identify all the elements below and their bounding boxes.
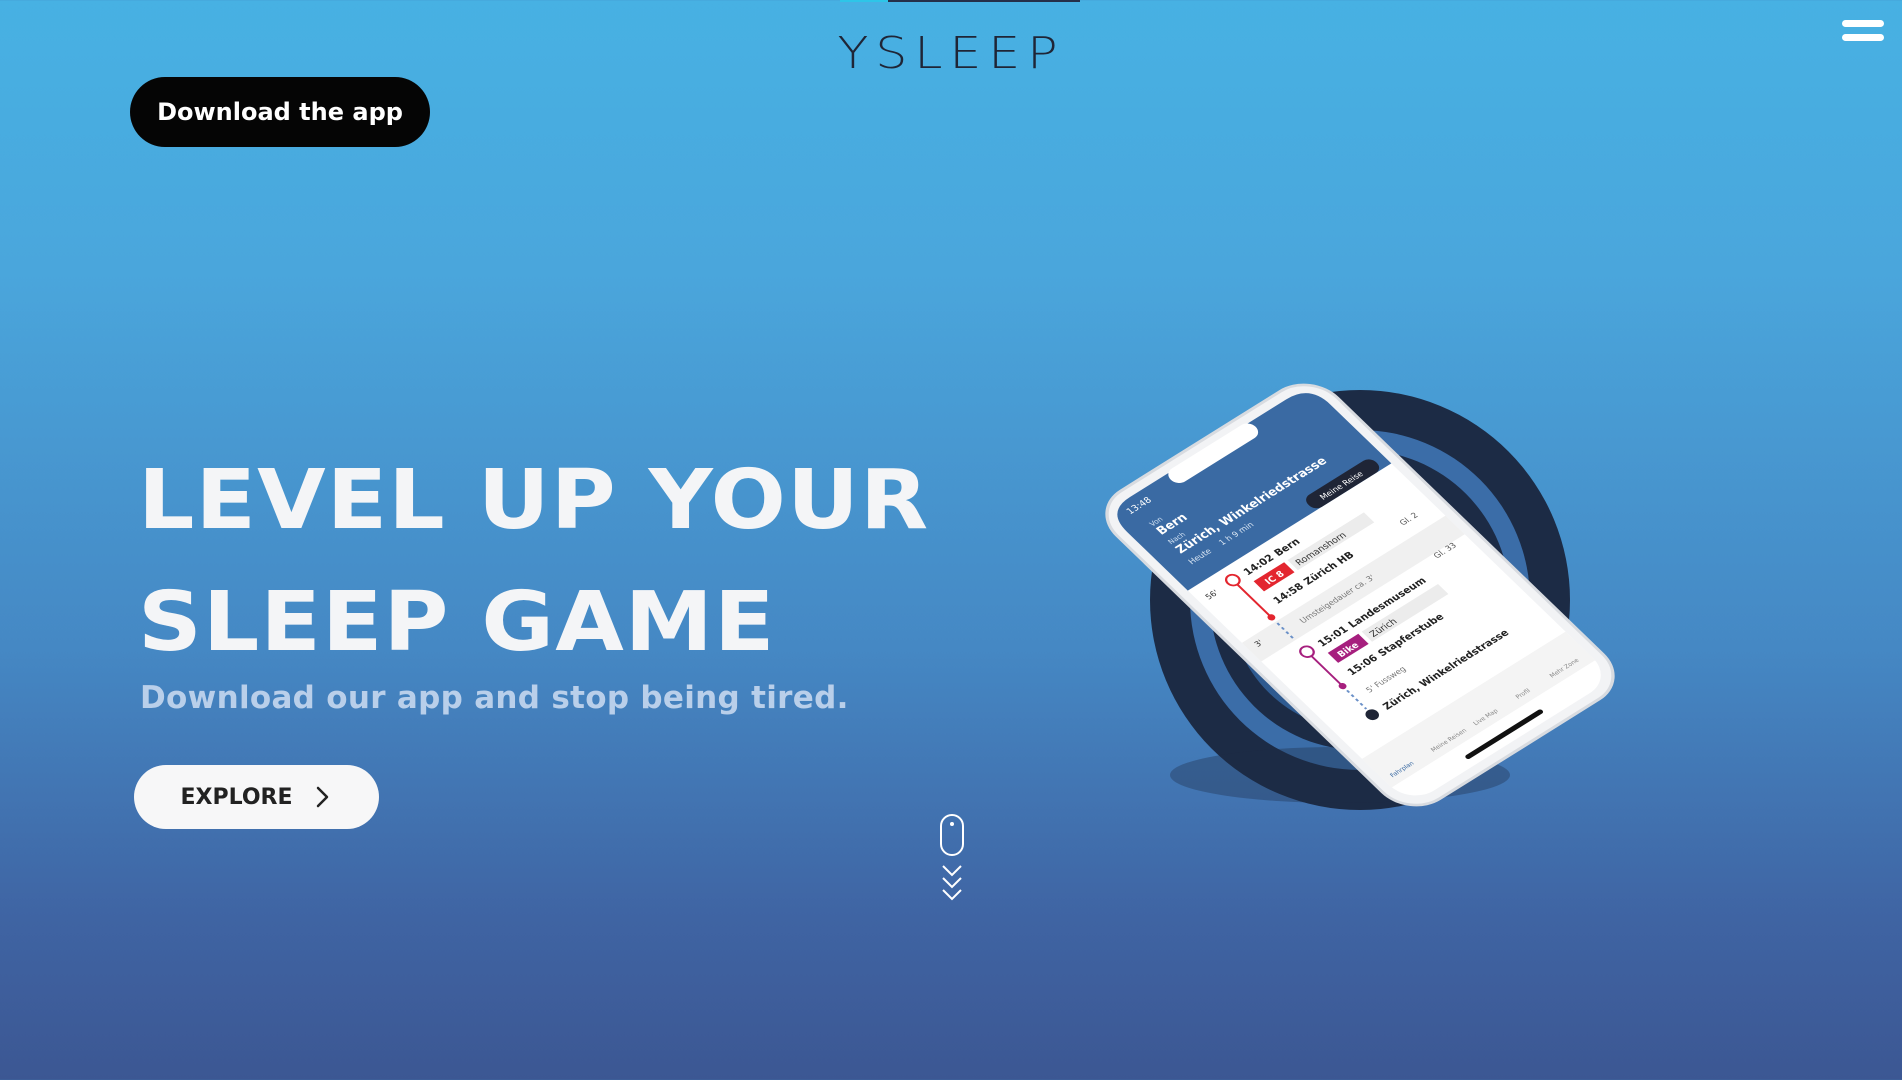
chevron-right-icon — [316, 786, 328, 808]
hero-title-line-1: LEVEL UP YOUR — [138, 453, 930, 548]
download-app-button[interactable]: Download the app — [130, 77, 430, 147]
mouse-scroll-icon[interactable] — [938, 814, 966, 904]
explore-button[interactable]: EXPLORE — [134, 765, 379, 829]
hero-title-line-2: SLEEP GAME — [138, 575, 776, 670]
phone-illustration: 13:48 Von Bern Nach Zürich, Winkelriedst… — [1105, 383, 1615, 810]
menu-bar-top — [1842, 20, 1884, 27]
hamburger-menu-icon[interactable] — [1842, 18, 1884, 46]
explore-button-label: EXPLORE — [180, 784, 293, 810]
ysleep-logo[interactable]: YSLEEP — [0, 28, 1902, 79]
hero-subtitle: Download our app and stop being tired. — [140, 680, 849, 716]
hero-title: LEVEL UP YOUR SLEEP GAME — [138, 440, 929, 684]
menu-bar-bottom — [1842, 34, 1884, 41]
page-progress-fill — [840, 0, 888, 2]
page-progress-bar — [840, 0, 1080, 2]
